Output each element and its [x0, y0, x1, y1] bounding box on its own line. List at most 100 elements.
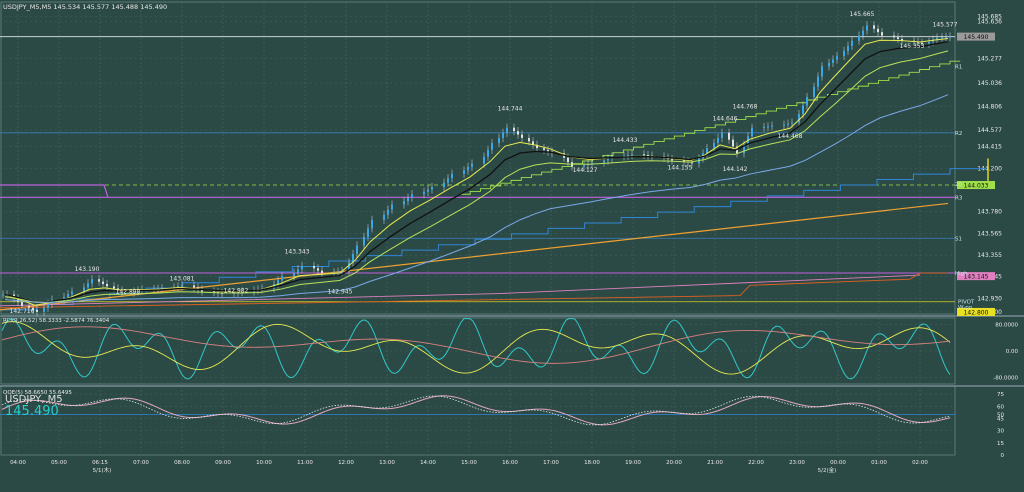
- x-tick-label: 17:00: [543, 460, 559, 466]
- candle: [71, 291, 73, 295]
- candle: [821, 66, 823, 77]
- qqe-y-tick: 75: [997, 392, 1004, 398]
- candle: [193, 285, 195, 288]
- price-annotation: 144.155: [668, 165, 693, 172]
- candle: [802, 105, 804, 115]
- candle: [491, 143, 493, 150]
- y-tick-label: 143.355: [977, 252, 1002, 259]
- candle: [928, 41, 930, 44]
- candle: [767, 126, 769, 128]
- candle: [843, 50, 845, 57]
- candle: [423, 191, 425, 195]
- qqe-y-tick: 15: [997, 441, 1004, 447]
- candle: [521, 134, 523, 138]
- candle: [506, 127, 508, 133]
- candle: [791, 122, 793, 124]
- candle: [631, 154, 633, 156]
- candle: [897, 37, 899, 40]
- candle: [941, 37, 943, 39]
- price-annotation: 143.081: [170, 275, 195, 282]
- candle: [106, 283, 108, 287]
- x-tick-label: 04:00: [10, 460, 26, 466]
- price-tag-text: 145.490: [964, 34, 989, 41]
- candle: [732, 139, 734, 147]
- chart-root: 04:00 05:00 06:15 07:00 08:00 09:00 10:00 11:00…: [0, 0, 1024, 492]
- price-annotation: 144.646: [713, 116, 738, 123]
- candle: [297, 269, 299, 273]
- candle: [858, 35, 860, 41]
- candle: [828, 62, 830, 67]
- candle: [728, 132, 730, 140]
- candle: [787, 123, 789, 125]
- y-tick-label: 145.036: [977, 80, 1002, 87]
- x-tick-label: 07:00: [133, 460, 149, 466]
- candle: [463, 170, 465, 174]
- y-tick-label: 142.930: [977, 296, 1002, 303]
- candle: [817, 76, 819, 87]
- candle: [627, 155, 629, 157]
- qqe-y-tick: 0: [1001, 453, 1005, 459]
- x-tick-label: 11:00: [297, 460, 313, 466]
- candle: [47, 303, 49, 308]
- candle: [513, 127, 515, 132]
- x-tick-label: 02:00: [912, 460, 928, 466]
- candle: [873, 25, 875, 29]
- candle: [502, 132, 504, 138]
- date-label: 5/2(金): [818, 466, 837, 474]
- rci-y-tick: -80.0000: [993, 375, 1018, 381]
- candle: [862, 30, 864, 36]
- price-annotation: 144.768: [733, 103, 758, 110]
- qqe-title: QQE(5) 58.6650 55.6495: [3, 390, 72, 396]
- level-label: 20: [955, 182, 962, 188]
- candle: [281, 276, 283, 281]
- candle: [877, 28, 879, 33]
- candle: [567, 157, 569, 163]
- candle: [751, 127, 753, 137]
- candle: [36, 309, 38, 312]
- candle: [21, 302, 23, 306]
- candle: [363, 236, 365, 246]
- y-tick-label: 145.636: [977, 19, 1002, 26]
- x-tick-label: 23:00: [789, 460, 805, 466]
- candle: [706, 148, 708, 154]
- rci-title: RCI(9,26,52) 58.3333 -2.5874 76.3404: [3, 318, 110, 324]
- candle: [851, 40, 853, 46]
- level-label: S1: [955, 236, 962, 242]
- price-annotation: 143.190: [75, 266, 100, 273]
- x-tick-label: 14:00: [420, 460, 436, 466]
- price-annotation: 144.127: [573, 167, 598, 174]
- candle: [498, 137, 500, 144]
- candle: [949, 36, 951, 38]
- x-tick-label: 22:00: [748, 460, 764, 466]
- x-tick-label: 12:00: [338, 460, 354, 466]
- level-label: R3: [955, 195, 963, 201]
- price-annotation: 142.945: [328, 289, 353, 296]
- x-tick-label: 19:00: [625, 460, 641, 466]
- candle: [411, 194, 413, 198]
- candle: [471, 163, 473, 167]
- candle: [293, 272, 295, 277]
- x-tick-label: 16:00: [502, 460, 518, 466]
- rci-y-tick: 0.00: [1006, 349, 1019, 355]
- x-tick-label: 05:00: [51, 460, 67, 466]
- candle: [881, 32, 883, 36]
- candle: [67, 294, 69, 297]
- level-label: R2: [955, 131, 962, 137]
- candle: [91, 279, 93, 284]
- qqe-y-tick: 45: [997, 416, 1004, 422]
- price-annotation: 142.716: [10, 308, 35, 315]
- chart-svg: 04:00 05:00 06:15 07:00 08:00 09:00 10:00 11:00…: [0, 0, 1024, 492]
- candle: [367, 228, 369, 237]
- x-tick-label: 15:00: [461, 460, 477, 466]
- x-tick-label: 10:00: [256, 460, 272, 466]
- candle: [487, 149, 489, 157]
- candle: [945, 36, 947, 38]
- candle: [832, 59, 834, 63]
- rci-y-tick: 80.0000: [995, 323, 1018, 329]
- candle: [102, 281, 104, 284]
- candle: [543, 148, 545, 150]
- price-annotation: 142.982: [224, 288, 249, 295]
- price-annotation: 145.353: [900, 43, 925, 50]
- candle: [603, 160, 605, 163]
- price-annotation: 144.744: [498, 105, 523, 112]
